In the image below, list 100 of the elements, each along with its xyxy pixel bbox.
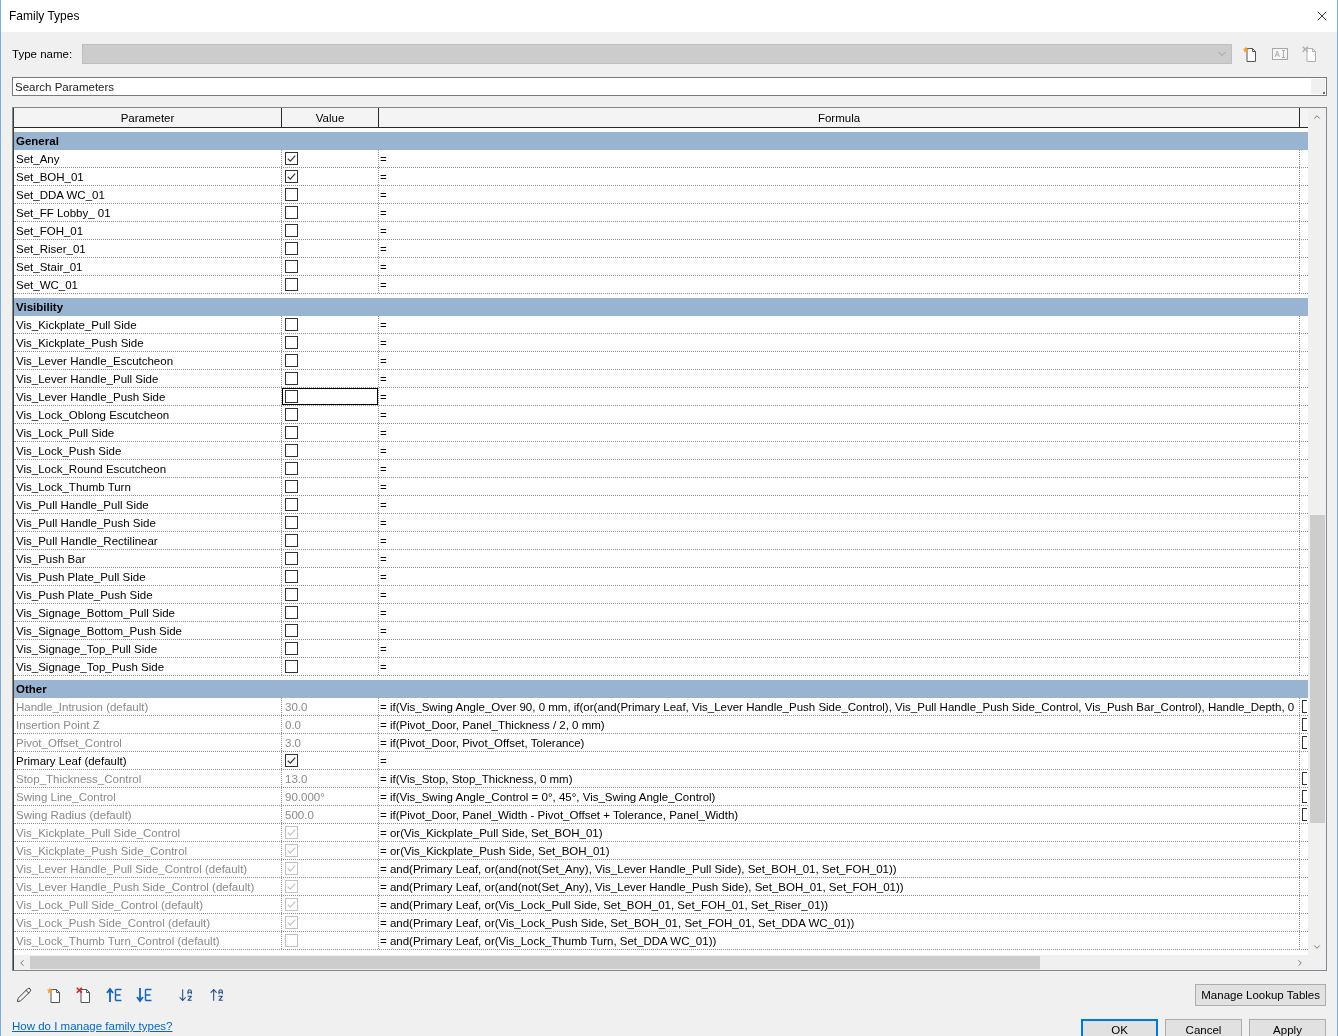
value-cell[interactable] xyxy=(282,424,379,441)
formula-cell[interactable]: = xyxy=(379,658,1300,675)
checkbox[interactable] xyxy=(285,242,298,255)
checkbox[interactable] xyxy=(285,260,298,273)
value-cell[interactable] xyxy=(282,550,379,567)
value-cell[interactable] xyxy=(282,406,379,423)
formula-cell[interactable]: = xyxy=(379,752,1300,769)
value-cell[interactable] xyxy=(282,622,379,639)
checkbox[interactable] xyxy=(285,462,298,475)
chevron-left-icon[interactable] xyxy=(17,957,27,968)
checkbox[interactable] xyxy=(285,390,298,403)
formula-cell[interactable]: = xyxy=(379,460,1300,477)
value-cell[interactable] xyxy=(282,532,379,549)
formula-cell[interactable]: = xyxy=(379,532,1300,549)
new-page-icon[interactable] xyxy=(1242,46,1258,62)
formula-cell[interactable]: = xyxy=(379,424,1300,441)
formula-cell[interactable]: = xyxy=(379,276,1300,293)
checkbox[interactable] xyxy=(285,498,298,511)
value-cell[interactable] xyxy=(282,168,379,185)
checkbox[interactable] xyxy=(285,570,298,583)
checkbox[interactable] xyxy=(285,516,298,529)
value-cell[interactable] xyxy=(282,658,379,675)
dialog-button[interactable]: Apply xyxy=(1249,1019,1326,1036)
checkbox[interactable] xyxy=(285,152,298,165)
value-cell[interactable] xyxy=(282,316,379,333)
sort-ascending-icon[interactable] xyxy=(178,987,194,1003)
formula-cell[interactable]: = xyxy=(379,334,1300,351)
value-cell[interactable] xyxy=(282,478,379,495)
formula-cell[interactable]: = xyxy=(379,258,1300,275)
formula-cell[interactable]: = xyxy=(379,514,1300,531)
move-up-icon[interactable] xyxy=(106,987,122,1003)
value-cell[interactable] xyxy=(282,352,379,369)
value-cell[interactable] xyxy=(282,240,379,257)
formula-cell[interactable]: = xyxy=(379,478,1300,495)
formula-cell[interactable]: = xyxy=(379,406,1300,423)
value-cell[interactable] xyxy=(282,222,379,239)
move-down-icon[interactable] xyxy=(136,987,152,1003)
formula-cell[interactable]: = xyxy=(379,370,1300,387)
value-cell[interactable] xyxy=(282,276,379,293)
group-header[interactable]: General xyxy=(14,132,1308,150)
value-cell[interactable] xyxy=(282,334,379,351)
help-link[interactable]: How do I manage family types? xyxy=(12,1020,173,1033)
formula-cell[interactable]: = xyxy=(379,316,1300,333)
checkbox[interactable] xyxy=(285,444,298,457)
formula-cell[interactable]: = xyxy=(379,622,1300,639)
checkbox[interactable] xyxy=(285,480,298,493)
checkbox[interactable] xyxy=(285,552,298,565)
formula-cell[interactable]: = xyxy=(379,168,1300,185)
checkbox[interactable] xyxy=(285,660,298,673)
checkbox[interactable] xyxy=(285,408,298,421)
value-cell[interactable] xyxy=(282,496,379,513)
new-page-icon[interactable] xyxy=(46,987,62,1003)
checkbox[interactable] xyxy=(285,642,298,655)
checkbox[interactable] xyxy=(285,354,298,367)
group-header[interactable]: Visibility xyxy=(14,298,1308,316)
checkbox[interactable] xyxy=(285,224,298,237)
value-cell[interactable] xyxy=(282,568,379,585)
value-cell[interactable] xyxy=(282,186,379,203)
formula-cell[interactable]: = xyxy=(379,550,1300,567)
sort-descending-icon[interactable] xyxy=(209,987,225,1003)
value-cell[interactable] xyxy=(282,258,379,275)
value-cell[interactable] xyxy=(282,204,379,221)
formula-cell[interactable]: = xyxy=(379,442,1300,459)
value-cell[interactable] xyxy=(282,460,379,477)
dialog-button[interactable]: Cancel xyxy=(1165,1019,1242,1036)
value-cell[interactable] xyxy=(282,150,379,167)
formula-cell[interactable]: = xyxy=(379,586,1300,603)
formula-cell[interactable]: = xyxy=(379,388,1300,405)
checkbox[interactable] xyxy=(285,426,298,439)
manage-lookup-tables-button[interactable]: Manage Lookup Tables xyxy=(1195,984,1326,1006)
checkbox[interactable] xyxy=(285,188,298,201)
checkbox[interactable] xyxy=(285,170,298,183)
checkbox[interactable] xyxy=(285,754,298,767)
checkbox[interactable] xyxy=(285,606,298,619)
value-cell[interactable] xyxy=(282,442,379,459)
formula-cell[interactable]: = xyxy=(379,568,1300,585)
checkbox[interactable] xyxy=(285,534,298,547)
checkbox[interactable] xyxy=(285,206,298,219)
formula-cell[interactable]: = xyxy=(379,150,1300,167)
scroll-thumb[interactable] xyxy=(1309,515,1325,823)
page-delete-icon[interactable] xyxy=(76,987,92,1003)
value-cell[interactable] xyxy=(282,370,379,387)
formula-cell[interactable]: = xyxy=(379,204,1300,221)
value-cell[interactable] xyxy=(282,604,379,621)
value-cell[interactable] xyxy=(282,514,379,531)
formula-cell[interactable]: = xyxy=(379,352,1300,369)
formula-cell[interactable]: = xyxy=(379,604,1300,621)
checkbox[interactable] xyxy=(285,624,298,637)
checkbox[interactable] xyxy=(285,318,298,331)
formula-cell[interactable]: = xyxy=(379,496,1300,513)
checkbox[interactable] xyxy=(285,588,298,601)
checkbox[interactable] xyxy=(285,278,298,291)
formula-cell[interactable]: = xyxy=(379,186,1300,203)
scroll-thumb[interactable] xyxy=(30,956,1040,969)
value-cell[interactable] xyxy=(282,388,379,405)
checkbox[interactable] xyxy=(285,372,298,385)
pencil-icon[interactable] xyxy=(16,987,32,1003)
value-cell[interactable] xyxy=(282,640,379,657)
formula-cell[interactable]: = xyxy=(379,240,1300,257)
checkbox[interactable] xyxy=(285,336,298,349)
